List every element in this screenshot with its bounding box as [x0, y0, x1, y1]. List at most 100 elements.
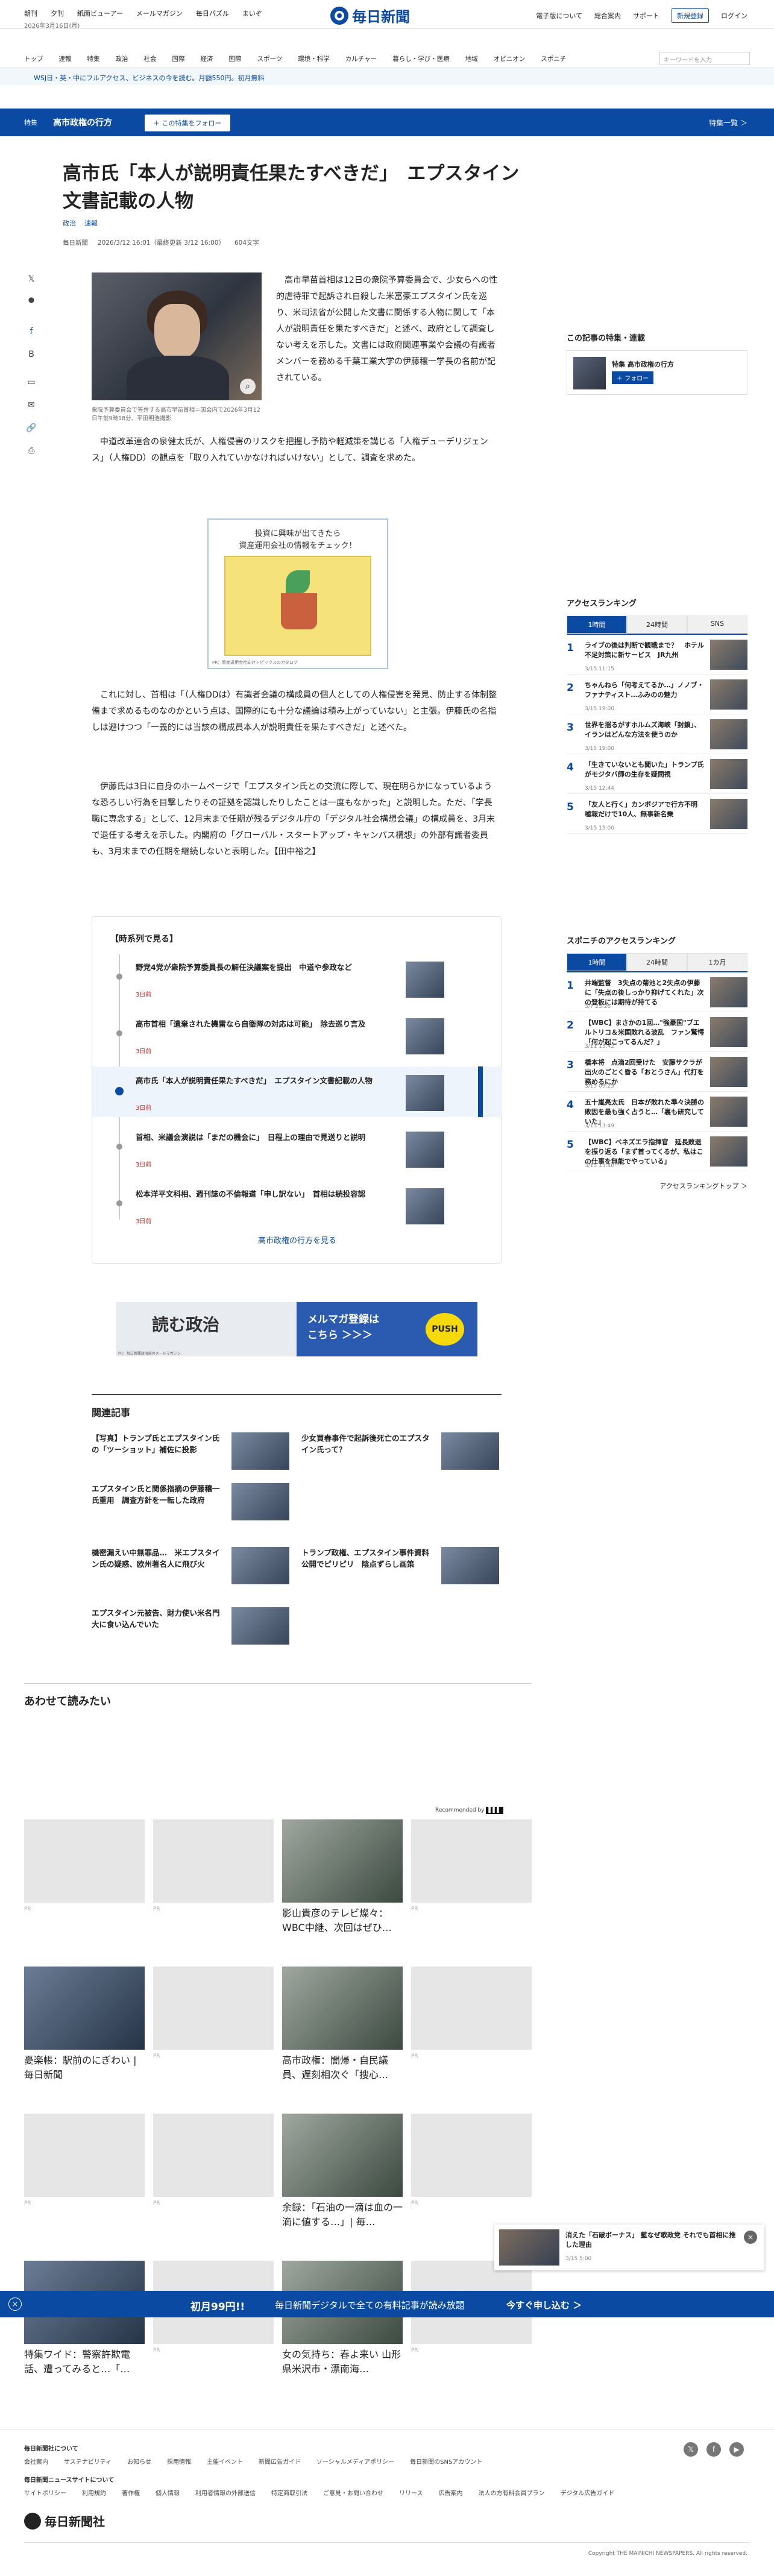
feature-list-link[interactable]: 特集一覧 ＞: [709, 118, 747, 128]
footer-link[interactable]: 採用情報: [167, 2457, 191, 2466]
footer-link[interactable]: 新聞広告ガイド: [259, 2457, 301, 2466]
tab-sns[interactable]: SNS: [687, 616, 747, 634]
timeline-item[interactable]: 高市首相「遺棄された機雷なら自衛隊の対応は可能」 除去巡り言及 3日前: [92, 1010, 502, 1060]
nav-item[interactable]: オピニオン: [494, 54, 526, 63]
footer-link[interactable]: 毎日新聞のSNSアカウント: [410, 2457, 482, 2466]
recommend-card[interactable]: PR: [153, 1967, 274, 2087]
nav-item[interactable]: 政治: [116, 54, 128, 63]
hatena-icon[interactable]: B: [25, 350, 37, 362]
top-link[interactable]: 紙面ビューアー: [77, 8, 123, 18]
timeline-item[interactable]: 野党4党が衆院予算委員長の解任決議案を提出 中道や参政など 3日前: [92, 953, 502, 1004]
top-link[interactable]: 夕刊: [51, 8, 64, 18]
ranking-item[interactable]: 1 ライブの後は判断で観戦まで？ ホテル不足対策に新サービス JR九州 3/15 1…: [567, 635, 747, 675]
top-link[interactable]: 毎日パズル: [196, 8, 229, 18]
feature-follow-button[interactable]: ＋ フォロー: [612, 371, 654, 384]
link-icon[interactable]: 🔗: [25, 423, 37, 435]
ranking-item[interactable]: 5 【WBC】ベネズエラ指揮官 延長敗退を振り返る「まず首ってくるが、私はこの仕事…: [567, 1132, 747, 1171]
ranking-item[interactable]: 5 「友人と行く」カンボジアで行方不明 嘘報だけで10人、無事新名乗 3/15 15…: [567, 794, 747, 834]
ranking-item[interactable]: 2 ちゃんねら「何考えてるか…」ノノブ・ファナティスト…ふみのの魅力 3/15 19…: [567, 675, 747, 714]
tag-link[interactable]: 速報: [84, 218, 98, 228]
footer-link[interactable]: 個人情報: [156, 2488, 180, 2497]
promo-bar[interactable]: WSJ日・英・中にフルアクセス、ビジネスの今を読む。月額550円。初月無料: [0, 68, 774, 85]
recommend-card[interactable]: PR: [411, 1819, 532, 1940]
recommend-card[interactable]: PR: [24, 2114, 145, 2234]
ranking-more-link[interactable]: アクセスランキングトップ ＞: [567, 1181, 747, 1191]
related-thumb[interactable]: [231, 1483, 289, 1520]
related-item[interactable]: 【写真】トランプ氏とエプスタイン氏の「ツーショット」補佐に投影: [92, 1432, 224, 1455]
ranking-item[interactable]: 1 井端監督 3失点の菊池と2失点の伊藤に「失点の後しっかり抑げてくれた」次の登板…: [567, 972, 747, 1012]
related-item[interactable]: エプスタイン氏と関係指摘の伊藤穰一氏重用 調査方針を一転した政府: [92, 1483, 224, 1506]
feature-title[interactable]: 高市政権の行方: [53, 116, 112, 128]
search-input[interactable]: キーワードを入力: [659, 52, 750, 65]
footer-link[interactable]: 利用者情報の外部送信: [195, 2488, 256, 2497]
related-item[interactable]: 機密漏えい中無罪品… 米エプスタイン氏の疑惑、欧州著名人に飛び火: [92, 1547, 224, 1570]
recommend-card[interactable]: PR: [24, 1819, 145, 1940]
footer-logo[interactable]: 毎日新聞社: [24, 2512, 105, 2530]
timeline-item[interactable]: 高市氏「本人が説明責任果たすべきだ」 エプスタイン文書記載の人物 3日前: [92, 1066, 502, 1117]
ranking-item[interactable]: 3 世界を揺るがすホルムズ海峡「封鎖」、イランはどんな方法を使うのか 3/15 19…: [567, 714, 747, 754]
login-link[interactable]: ログイン: [721, 11, 747, 20]
subscribe-bar[interactable]: × 初月99円!! 毎日新聞デジタルで全ての有料記事が読み放題 今すぐ申し込む …: [0, 2291, 774, 2317]
close-icon[interactable]: ×: [8, 2297, 22, 2311]
related-thumb[interactable]: [231, 1607, 289, 1645]
article-photo[interactable]: ⌕: [92, 272, 262, 400]
nav-item[interactable]: スポニチ: [541, 54, 566, 63]
recommend-card[interactable]: 影山貴彦のテレビ燦々：WBC中継、次回はぜひ…: [282, 1819, 403, 1940]
footer-link[interactable]: デジタル広告ガイド: [561, 2488, 615, 2497]
tab-1m[interactable]: 1カ月: [687, 953, 747, 971]
nav-item[interactable]: 国際: [172, 54, 185, 63]
recommend-card[interactable]: 余録：「石油の一滴は血の一滴に値する…」| 毎…: [282, 2114, 403, 2234]
recommend-card[interactable]: PR: [411, 1967, 532, 2087]
tab-24h[interactable]: 24時間: [627, 616, 687, 634]
print-icon[interactable]: ⎙: [25, 446, 37, 458]
timeline-more-link[interactable]: 高市政権の行方を見る: [92, 1234, 502, 1245]
footer-link[interactable]: 特定商取引法: [271, 2488, 307, 2497]
nav-item[interactable]: 地域: [465, 54, 478, 63]
youtube-icon[interactable]: ▶: [729, 2442, 744, 2457]
footer-link[interactable]: サステナビリティ: [64, 2457, 112, 2466]
mail-icon[interactable]: ✉: [25, 400, 37, 412]
related-thumb[interactable]: [231, 1432, 289, 1470]
related-thumb[interactable]: [441, 1547, 499, 1584]
footer-link[interactable]: サイトポリシー: [24, 2488, 66, 2497]
tab-24h[interactable]: 24時間: [627, 953, 687, 971]
ranking-item[interactable]: 3 橋本将 点滴2回受けた 安藤サクラが出火のごとく昏る「おとうさん」代打を務める…: [567, 1052, 747, 1092]
nav-item[interactable]: 経済: [201, 54, 213, 63]
top-link[interactable]: 朝刊: [24, 8, 37, 18]
footer-link[interactable]: 広告案内: [439, 2488, 463, 2497]
recommend-card[interactable]: 憂楽帳：駅前のにぎわい | 毎日新聞: [24, 1967, 145, 2087]
ranking-item[interactable]: 4 「生きていないとも聞いた」トランプ氏がモジタバ師の生存を疑問視 3/15 12:…: [567, 754, 747, 794]
related-thumb[interactable]: [441, 1432, 499, 1470]
feature-card[interactable]: 特集 高市政権の行方 ＋ フォロー: [567, 350, 747, 395]
facebook-icon[interactable]: f: [25, 327, 37, 339]
zoom-icon[interactable]: ⌕: [240, 379, 256, 394]
footer-link[interactable]: ご意見・お問い合わせ: [323, 2488, 383, 2497]
nav-item[interactable]: スポーツ: [257, 54, 283, 63]
tag-link[interactable]: 政治: [63, 218, 76, 228]
top-link[interactable]: メールマガジン: [136, 8, 183, 18]
recommend-card[interactable]: 女の気持ち：春よ来い 山形県米沢市・漂南海…: [282, 2261, 403, 2381]
footer-link[interactable]: お知らせ: [127, 2457, 151, 2466]
recommend-card[interactable]: PR: [153, 2114, 274, 2234]
recommend-card[interactable]: PR: [411, 2261, 532, 2381]
footer-link[interactable]: 主催イベント: [207, 2457, 243, 2466]
nav-item[interactable]: カルチャー: [345, 54, 377, 63]
nav-item[interactable]: トップ: [24, 54, 43, 63]
nav-item[interactable]: 特集: [87, 54, 100, 63]
nav-item[interactable]: 速報: [59, 54, 72, 63]
footer-link[interactable]: 法人の方有料会員プラン: [479, 2488, 545, 2497]
related-item[interactable]: エプスタイン元被告、財力使い米名門大に食い込んでいた: [92, 1607, 224, 1630]
x-icon[interactable]: 𝕏: [684, 2442, 698, 2457]
footer-link[interactable]: リリース: [399, 2488, 423, 2497]
recommend-card[interactable]: PR: [153, 2261, 274, 2381]
ranking-item[interactable]: 4 五十嵐亮太氏 日本が敗れた準々決勝の敗因を最も強く占うと…「裏も研究していた」…: [567, 1092, 747, 1132]
top-link[interactable]: まいぞ: [242, 8, 262, 18]
close-icon[interactable]: ×: [744, 2231, 757, 2244]
recommend-card[interactable]: 高市政権：闇帰・自民議員、遅刻相次ぐ「搜心…: [282, 1967, 403, 2087]
footer-link[interactable]: ソーシャルメディアポリシー: [316, 2457, 394, 2466]
timeline-item[interactable]: 松本洋平文科相、週刊誌の不倫報道「申し訳ない」 首相は続投容認 3日前: [92, 1180, 502, 1230]
nav-item[interactable]: 社会: [144, 54, 157, 63]
footer-link[interactable]: 会社案内: [24, 2457, 48, 2466]
recommend-card[interactable]: 特集ワイド：警察許欺電話、遭ってみると…「…: [24, 2261, 145, 2381]
nav-item[interactable]: 国際: [229, 54, 242, 63]
